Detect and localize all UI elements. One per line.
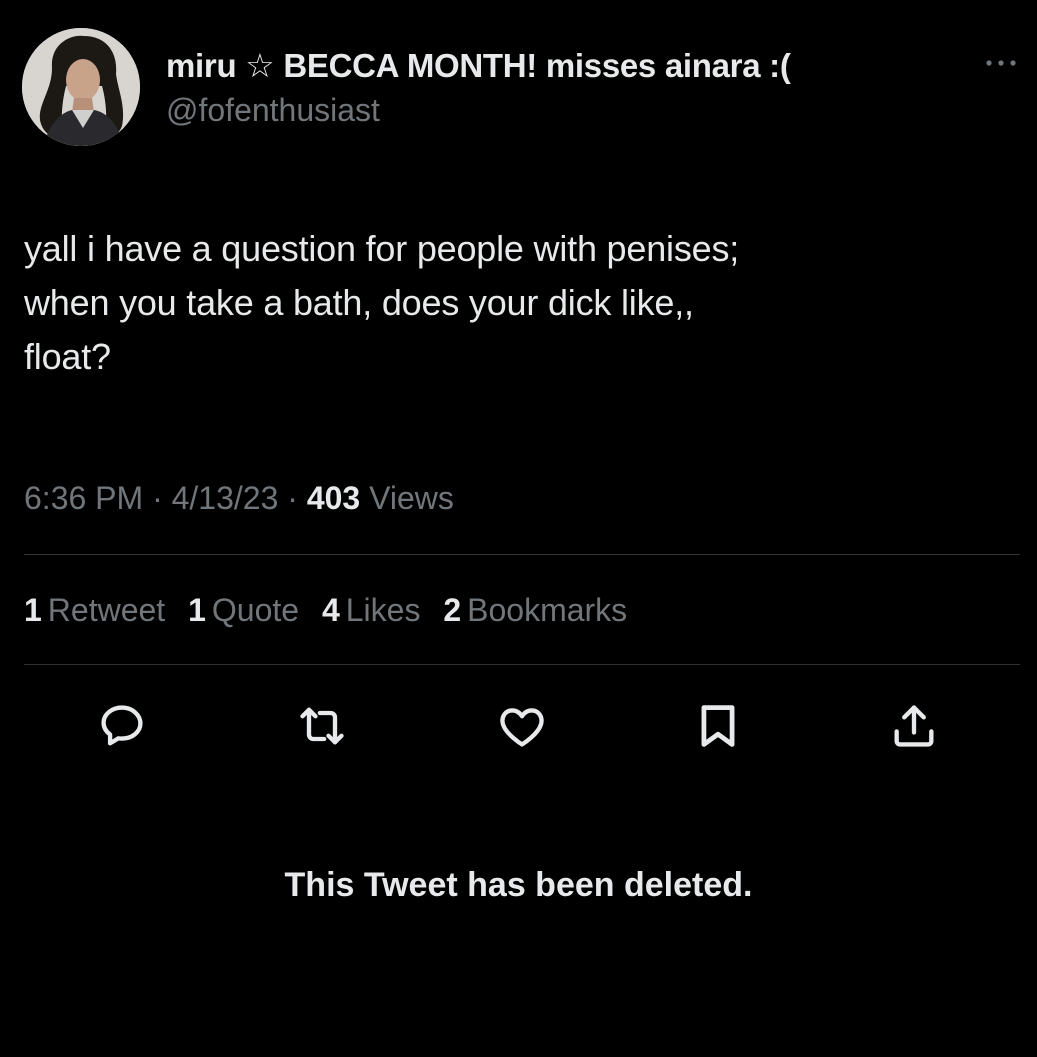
reply-icon[interactable]	[96, 700, 148, 752]
views-count: 403	[306, 480, 361, 516]
author-display-name[interactable]: miru ☆ BECCA MONTH! misses ainara :(	[166, 46, 791, 85]
retweet-icon[interactable]	[296, 700, 348, 752]
like-icon[interactable]	[496, 700, 548, 752]
avatar[interactable]	[22, 28, 140, 146]
bookmark-icon[interactable]	[692, 700, 744, 752]
divider	[24, 554, 1020, 555]
stat-label: Bookmarks	[467, 592, 628, 628]
deleted-notice: This Tweet has been deleted.	[284, 866, 753, 904]
action-bar	[0, 700, 1037, 752]
views-label: Views	[369, 480, 454, 516]
stat-count: 1	[24, 592, 42, 628]
share-icon[interactable]	[888, 700, 940, 752]
stat-label: Retweet	[47, 592, 166, 628]
tweet-meta: 6:36 PM · 4/13/23 · 403 Views	[24, 480, 454, 517]
tweet-date[interactable]: 4/13/23	[172, 480, 279, 516]
avatar-image	[22, 28, 140, 146]
stat-count: 2	[443, 592, 462, 628]
divider	[24, 664, 1020, 665]
stat-quotes[interactable]: 1 Quote	[188, 592, 299, 629]
stat-count: 4	[321, 592, 340, 628]
stat-label: Quote	[211, 592, 300, 628]
more-options-icon[interactable]	[984, 56, 1018, 70]
stat-bookmarks[interactable]: 2 Bookmarks	[443, 592, 627, 629]
stat-count: 1	[188, 592, 206, 628]
stat-label: Likes	[345, 592, 421, 628]
stat-likes[interactable]: 4 Likes	[322, 592, 421, 629]
tweet-time[interactable]: 6:36 PM	[24, 480, 143, 516]
tweet-stats: 1 Retweet 1 Quote 4 Likes 2 Bookmarks	[24, 592, 641, 629]
stat-retweets[interactable]: 1 Retweet	[24, 592, 165, 629]
meta-separator: ·	[152, 480, 163, 516]
tweet-text: yall i have a question for people with p…	[24, 228, 740, 377]
tweet-header: miru ☆ BECCA MONTH! misses ainara :( @fo…	[20, 28, 1020, 158]
author-handle[interactable]: @fofenthusiast	[166, 92, 380, 129]
meta-separator: ·	[287, 480, 298, 516]
